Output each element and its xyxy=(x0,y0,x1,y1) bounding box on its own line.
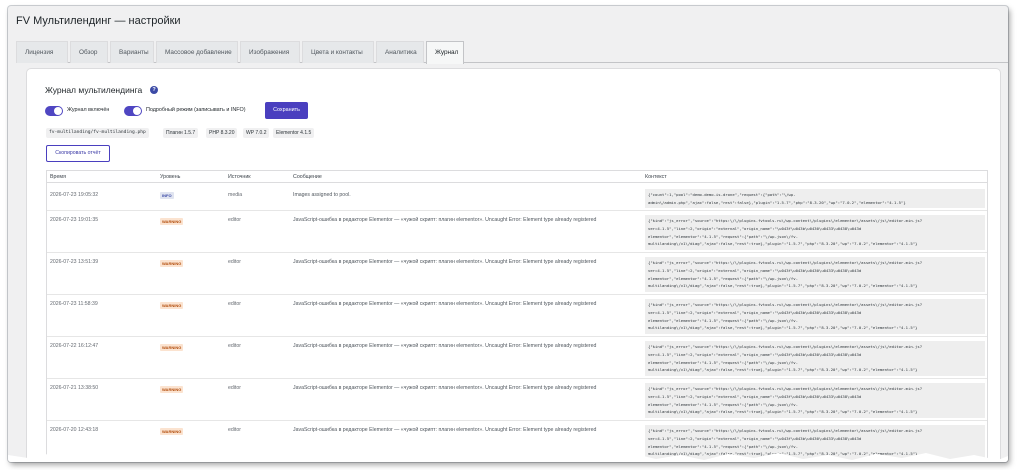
settings-window: FV Мультилендинг — настройки Лицензия Об… xyxy=(8,6,1008,462)
table-header: Время Уровень Источник Сообщение Контекс… xyxy=(47,171,987,183)
page-title: FV Мультилендинг — настройки xyxy=(16,15,181,27)
header-source: Источник xyxy=(228,174,251,180)
header-time: Время xyxy=(50,174,66,180)
row-time: 2026-07-23 11:58:39 xyxy=(50,301,98,307)
toggle-knob xyxy=(133,107,141,115)
row-source: editor xyxy=(228,385,241,391)
plugin-version-chip: Плагин 1.5.7 xyxy=(163,128,199,138)
tab-images[interactable]: Изображения xyxy=(240,41,300,63)
row-context: {"kind":"js_error","source":"https:\/\/p… xyxy=(645,341,985,376)
tab-colors-contacts[interactable]: Цвета и контакты xyxy=(302,41,374,63)
table-row: 2026-07-23 19:01:35 WARNING editor JavaS… xyxy=(47,211,987,253)
panel-title: Журнал мультилендинга xyxy=(45,85,143,95)
row-time: 2026-07-23 19:05:32 xyxy=(50,192,99,198)
row-context: {"kind":"js_error","source":"https:\/\/p… xyxy=(645,257,985,292)
copy-report-button[interactable]: Скопировать отчёт xyxy=(46,145,110,162)
tab-variants[interactable]: Варианты xyxy=(110,41,154,63)
log-enabled-toggle[interactable] xyxy=(45,106,63,116)
row-context: {"kind":"js_error","source":"https:\/\/p… xyxy=(645,425,985,460)
header-message: Сообщение xyxy=(293,174,322,180)
row-source: media xyxy=(228,192,243,198)
row-context: {"kind":"js_error","source":"https:\/\/p… xyxy=(645,215,985,250)
level-badge: WARNING xyxy=(160,344,184,351)
row-time: 2026-07-23 13:51:39 xyxy=(50,259,99,265)
table-row: 2026-07-23 13:51:39 WARNING editor JavaS… xyxy=(47,253,987,295)
level-badge: WARNING xyxy=(160,218,184,225)
table-row: 2026-07-22 16:12:47 WARNING editor JavaS… xyxy=(47,337,987,379)
row-source: editor xyxy=(228,259,241,265)
level-badge: WARNING xyxy=(160,260,184,267)
tab-license[interactable]: Лицензия xyxy=(16,41,68,63)
row-time: 2026-07-20 12:43:18 xyxy=(50,427,99,433)
row-context: {"count":1,"pool":"demo-demo-is-drone","… xyxy=(645,189,985,208)
table-row: 2026-07-23 11:58:39 WARNING editor JavaS… xyxy=(47,295,987,337)
row-message: JavaScript-ошибка в редакторе Elementor … xyxy=(293,343,597,349)
row-message: JavaScript-ошибка в редакторе Elementor … xyxy=(293,301,597,307)
table-row: 2026-07-21 13:38:50 WARNING editor JavaS… xyxy=(47,379,987,421)
save-button[interactable]: Сохранить xyxy=(265,102,308,119)
row-message: JavaScript-ошибка в редакторе Elementor … xyxy=(293,385,597,391)
row-time: 2026-07-23 19:01:35 xyxy=(50,217,99,223)
level-badge: WARNING xyxy=(160,428,184,435)
log-table: Время Уровень Источник Сообщение Контекс… xyxy=(46,170,988,462)
row-message: JavaScript-ошибка в редакторе Elementor … xyxy=(293,427,597,433)
row-source: editor xyxy=(228,217,241,223)
plugin-path-chip: fv-multilanding/fv-multilanding.php xyxy=(46,128,149,138)
tab-bulk-add[interactable]: Массовое добавление xyxy=(156,41,238,63)
row-message: JavaScript-ошибка в редакторе Elementor … xyxy=(293,217,597,223)
row-context: {"kind":"js_error","source":"https:\/\/p… xyxy=(645,299,985,334)
header-context: Контекст xyxy=(645,174,667,180)
row-message: Images assigned to pool. xyxy=(293,192,351,198)
level-badge: WARNING xyxy=(160,302,184,309)
verbose-mode-label: Подробный режим (записывать и INFO) xyxy=(146,107,246,113)
tab-journal[interactable]: Журнал xyxy=(426,41,464,64)
tab-analytics[interactable]: Аналитика xyxy=(376,41,424,63)
verbose-mode-toggle[interactable] xyxy=(124,106,142,116)
header-level: Уровень xyxy=(160,174,181,180)
row-time: 2026-07-21 13:38:50 xyxy=(50,385,99,391)
toggle-knob xyxy=(54,107,62,115)
journal-panel: Журнал мультилендинга ? Журнал включён П… xyxy=(26,68,1001,462)
tab-overview[interactable]: Обзор xyxy=(70,41,108,63)
log-enabled-label: Журнал включён xyxy=(67,107,110,113)
tab-bar: Лицензия Обзор Варианты Массовое добавле… xyxy=(16,41,1008,64)
help-icon[interactable]: ? xyxy=(150,86,158,94)
table-row: 2026-07-23 19:05:32 INFO media Images as… xyxy=(47,184,987,211)
php-version-chip: PHP 8.3.20 xyxy=(206,128,238,138)
wp-version-chip: WP 7.0.2 xyxy=(243,128,270,138)
level-badge: WARNING xyxy=(160,386,184,393)
table-row: 2026-07-20 12:43:18 WARNING editor JavaS… xyxy=(47,421,987,462)
row-source: editor xyxy=(228,343,241,349)
row-time: 2026-07-22 16:12:47 xyxy=(50,343,99,349)
row-message: JavaScript-ошибка в редакторе Elementor … xyxy=(293,259,597,265)
elementor-version-chip: Elementor 4.1.5 xyxy=(273,128,315,138)
row-source: editor xyxy=(228,301,241,307)
row-context: {"kind":"js_error","source":"https:\/\/p… xyxy=(645,383,985,418)
row-source: editor xyxy=(228,427,241,433)
level-badge: INFO xyxy=(160,192,174,199)
